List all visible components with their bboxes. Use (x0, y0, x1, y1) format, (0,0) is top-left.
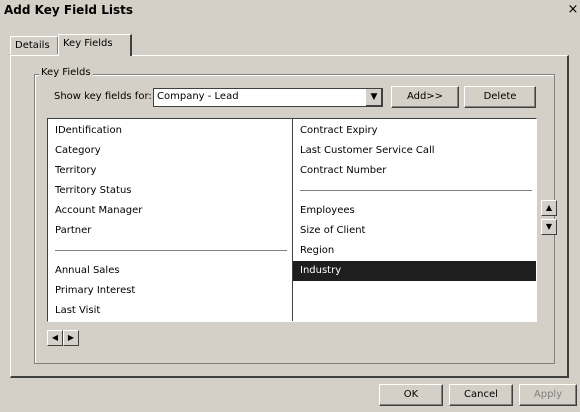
list-item[interactable]: IDentification (48, 121, 122, 141)
show-key-fields-combo[interactable]: Company - Lead ▼ (153, 88, 383, 107)
list-item[interactable]: Employees (293, 201, 355, 221)
list-item[interactable]: Size of Client (293, 221, 365, 241)
show-key-fields-label: Show key fields for: (54, 91, 152, 102)
list-separator (55, 250, 287, 251)
list-item[interactable]: Last Customer Service Call (293, 141, 435, 161)
title-bar: Add Key Field Lists × (0, 0, 580, 22)
chevron-down-icon[interactable]: ▼ (365, 89, 382, 106)
apply-button[interactable]: Apply (519, 384, 577, 406)
combo-value: Company - Lead (157, 91, 239, 102)
ok-button[interactable]: OK (379, 384, 443, 406)
list-item[interactable]: Annual Sales (48, 261, 120, 281)
list-item[interactable]: Region (293, 241, 334, 261)
tab-details[interactable]: Details (10, 36, 58, 54)
list-item[interactable]: Category (48, 141, 101, 161)
move-up-icon[interactable]: ▲ (541, 200, 557, 216)
key-fields-list[interactable]: IDentification Category Territory Territ… (47, 118, 537, 322)
list-item[interactable]: Contract Expiry (293, 121, 378, 141)
window-title: Add Key Field Lists (4, 3, 133, 17)
add-button[interactable]: Add>> (391, 86, 459, 108)
list-item[interactable]: Partner (48, 221, 91, 241)
list-item[interactable]: Account Manager (48, 201, 142, 221)
scroll-right-icon[interactable]: ▶ (63, 330, 79, 346)
cancel-button[interactable]: Cancel (449, 384, 513, 406)
list-item[interactable]: Primary Interest (48, 281, 135, 301)
list-item[interactable]: Contract Number (293, 161, 386, 181)
move-down-icon[interactable]: ▼ (541, 219, 557, 235)
scroll-left-icon[interactable]: ◀ (47, 330, 63, 346)
list-item[interactable]: Territory (48, 161, 96, 181)
delete-button[interactable]: Delete (464, 86, 536, 108)
list-item-selected[interactable]: Industry (293, 261, 536, 281)
close-icon[interactable]: × (566, 2, 580, 18)
list-item[interactable]: Last Visit (48, 301, 100, 321)
group-label: Key Fields (39, 67, 93, 78)
tab-key-fields[interactable]: Key Fields (58, 34, 132, 56)
list-separator (300, 190, 532, 191)
list-item[interactable]: Territory Status (48, 181, 132, 201)
